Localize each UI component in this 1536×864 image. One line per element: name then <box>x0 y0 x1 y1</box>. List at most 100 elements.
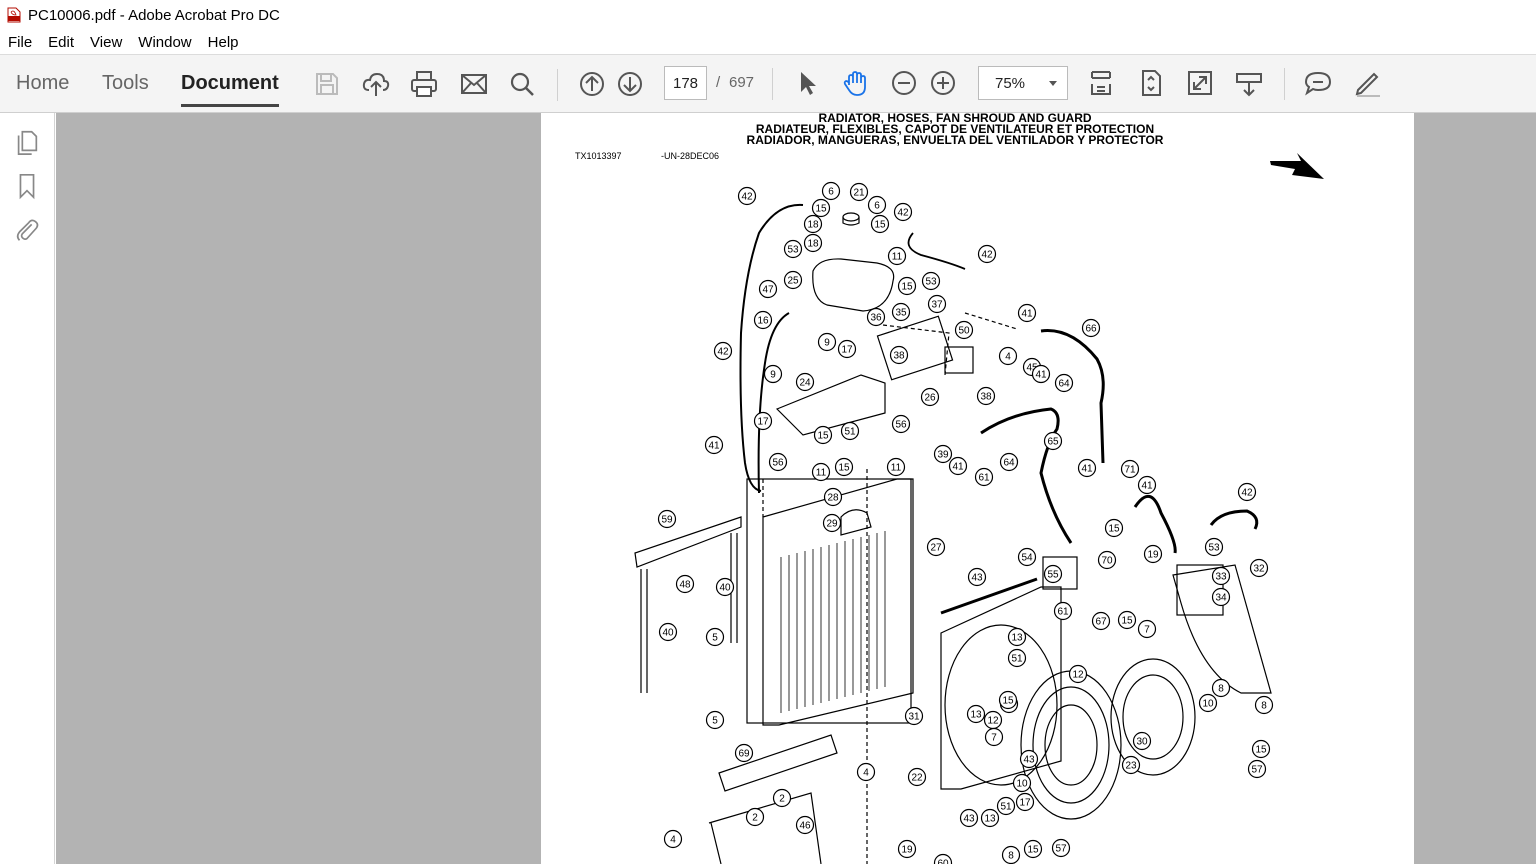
svg-text:61: 61 <box>1057 607 1069 618</box>
svg-text:29: 29 <box>826 519 838 530</box>
bookmark-icon[interactable] <box>12 171 42 201</box>
toolbar-separator <box>557 69 558 101</box>
part-callout: 8 <box>1211 678 1231 698</box>
direction-arrow-icon <box>1270 153 1324 179</box>
menu-window[interactable]: Window <box>130 34 199 51</box>
svg-text:65: 65 <box>1047 437 1059 448</box>
part-callout: 11 <box>811 462 831 482</box>
part-callout: 33 <box>1211 566 1231 586</box>
part-callout: 9 <box>817 332 837 352</box>
svg-text:11: 11 <box>892 252 903 263</box>
svg-text:56: 56 <box>895 420 907 431</box>
part-callout: 13 <box>980 808 1000 828</box>
hand-tool-icon[interactable] <box>839 66 873 100</box>
svg-text:23: 23 <box>1125 761 1137 772</box>
part-callout: 42 <box>977 244 997 264</box>
part-callout: 24 <box>795 372 815 392</box>
part-callout: 18 <box>803 233 823 253</box>
svg-text:57: 57 <box>1251 765 1263 776</box>
svg-text:7: 7 <box>1144 625 1150 636</box>
svg-text:42: 42 <box>897 208 909 219</box>
part-callout: 60 <box>933 853 953 864</box>
print-icon[interactable] <box>407 67 441 101</box>
part-callout: 12 <box>983 710 1003 730</box>
mail-icon[interactable] <box>457 67 491 101</box>
part-callout: 17 <box>837 339 857 359</box>
menu-file[interactable]: File <box>0 34 40 51</box>
svg-text:11: 11 <box>891 463 902 474</box>
svg-text:50: 50 <box>958 326 970 337</box>
svg-text:11: 11 <box>816 468 827 479</box>
svg-text:53: 53 <box>1208 543 1220 554</box>
tab-document[interactable]: Document <box>181 72 279 107</box>
document-viewer[interactable]: RADIATOR, HOSES, FAN SHROUD AND GUARD RA… <box>56 113 1536 864</box>
arrow-down-circle-icon[interactable] <box>613 67 647 101</box>
select-cursor-icon[interactable] <box>790 66 824 100</box>
tab-tools[interactable]: Tools <box>102 72 149 95</box>
svg-text:17: 17 <box>757 417 769 428</box>
part-callout: 4 <box>856 762 876 782</box>
svg-text:15: 15 <box>817 431 829 442</box>
attachment-icon[interactable] <box>12 215 42 245</box>
part-callout: 27 <box>926 537 946 557</box>
part-callout: 61 <box>1053 601 1073 621</box>
part-callout: 5 <box>705 627 725 647</box>
chevron-down-icon <box>1049 81 1057 86</box>
part-callout: 51 <box>996 796 1016 816</box>
svg-text:42: 42 <box>741 192 753 203</box>
zoom-in-icon[interactable] <box>926 66 960 100</box>
part-callout: 32 <box>1249 558 1269 578</box>
part-callout: 5 <box>705 710 725 730</box>
svg-text:8: 8 <box>1008 851 1014 862</box>
search-icon[interactable] <box>505 67 539 101</box>
zoom-out-icon[interactable] <box>887 66 921 100</box>
part-callout: 23 <box>1121 755 1141 775</box>
zoom-value: 75% <box>995 74 1026 92</box>
svg-text:15: 15 <box>1121 616 1133 627</box>
part-callout: 25 <box>783 270 803 290</box>
part-callout: 43 <box>967 567 987 587</box>
pen-icon[interactable] <box>1350 66 1384 100</box>
comment-icon[interactable] <box>1301 66 1335 100</box>
part-callout: 10 <box>1012 773 1032 793</box>
part-callout: 15 <box>1023 839 1043 859</box>
menu-help[interactable]: Help <box>200 34 247 51</box>
svg-text:13: 13 <box>1011 633 1023 644</box>
svg-text:12: 12 <box>987 716 999 727</box>
page-number-input[interactable]: 178 <box>664 66 707 100</box>
svg-text:27: 27 <box>930 543 942 554</box>
part-callout: 11 <box>886 457 906 477</box>
part-callout: 28 <box>823 487 843 507</box>
full-screen-icon[interactable] <box>1183 66 1217 100</box>
zoom-select[interactable]: 75% <box>978 66 1068 100</box>
svg-text:41: 41 <box>952 462 964 473</box>
tab-home[interactable]: Home <box>16 72 69 95</box>
svg-text:22: 22 <box>911 773 923 784</box>
part-callout: 15 <box>870 214 890 234</box>
svg-text:17: 17 <box>841 345 853 356</box>
svg-text:8: 8 <box>1218 684 1224 695</box>
svg-text:55: 55 <box>1047 570 1059 581</box>
svg-text:48: 48 <box>679 580 691 591</box>
part-callout: 11 <box>887 246 907 266</box>
save-icon[interactable] <box>310 67 344 101</box>
svg-text:53: 53 <box>925 277 937 288</box>
svg-text:36: 36 <box>870 313 882 324</box>
page-thumbnails-icon[interactable] <box>12 127 42 157</box>
upload-cloud-icon[interactable] <box>359 67 393 101</box>
arrow-up-circle-icon[interactable] <box>575 67 609 101</box>
read-mode-icon[interactable] <box>1232 66 1266 100</box>
part-callout: 4 <box>663 829 683 849</box>
svg-text:71: 71 <box>1124 465 1136 476</box>
svg-text:4: 4 <box>1005 352 1011 363</box>
parts-exploded-diagram: 42 6 2161518 151842531153422515473716 36 3550… <box>634 153 1324 864</box>
page-scroll-icon[interactable] <box>1134 66 1168 100</box>
svg-text:51: 51 <box>844 427 856 438</box>
part-callout: 42 <box>893 202 913 222</box>
svg-text:70: 70 <box>1101 556 1113 567</box>
svg-text:59: 59 <box>661 515 673 526</box>
menu-edit[interactable]: Edit <box>40 34 82 51</box>
menu-view[interactable]: View <box>82 34 130 51</box>
svg-text:61: 61 <box>978 473 990 484</box>
fit-page-icon[interactable] <box>1084 66 1118 100</box>
